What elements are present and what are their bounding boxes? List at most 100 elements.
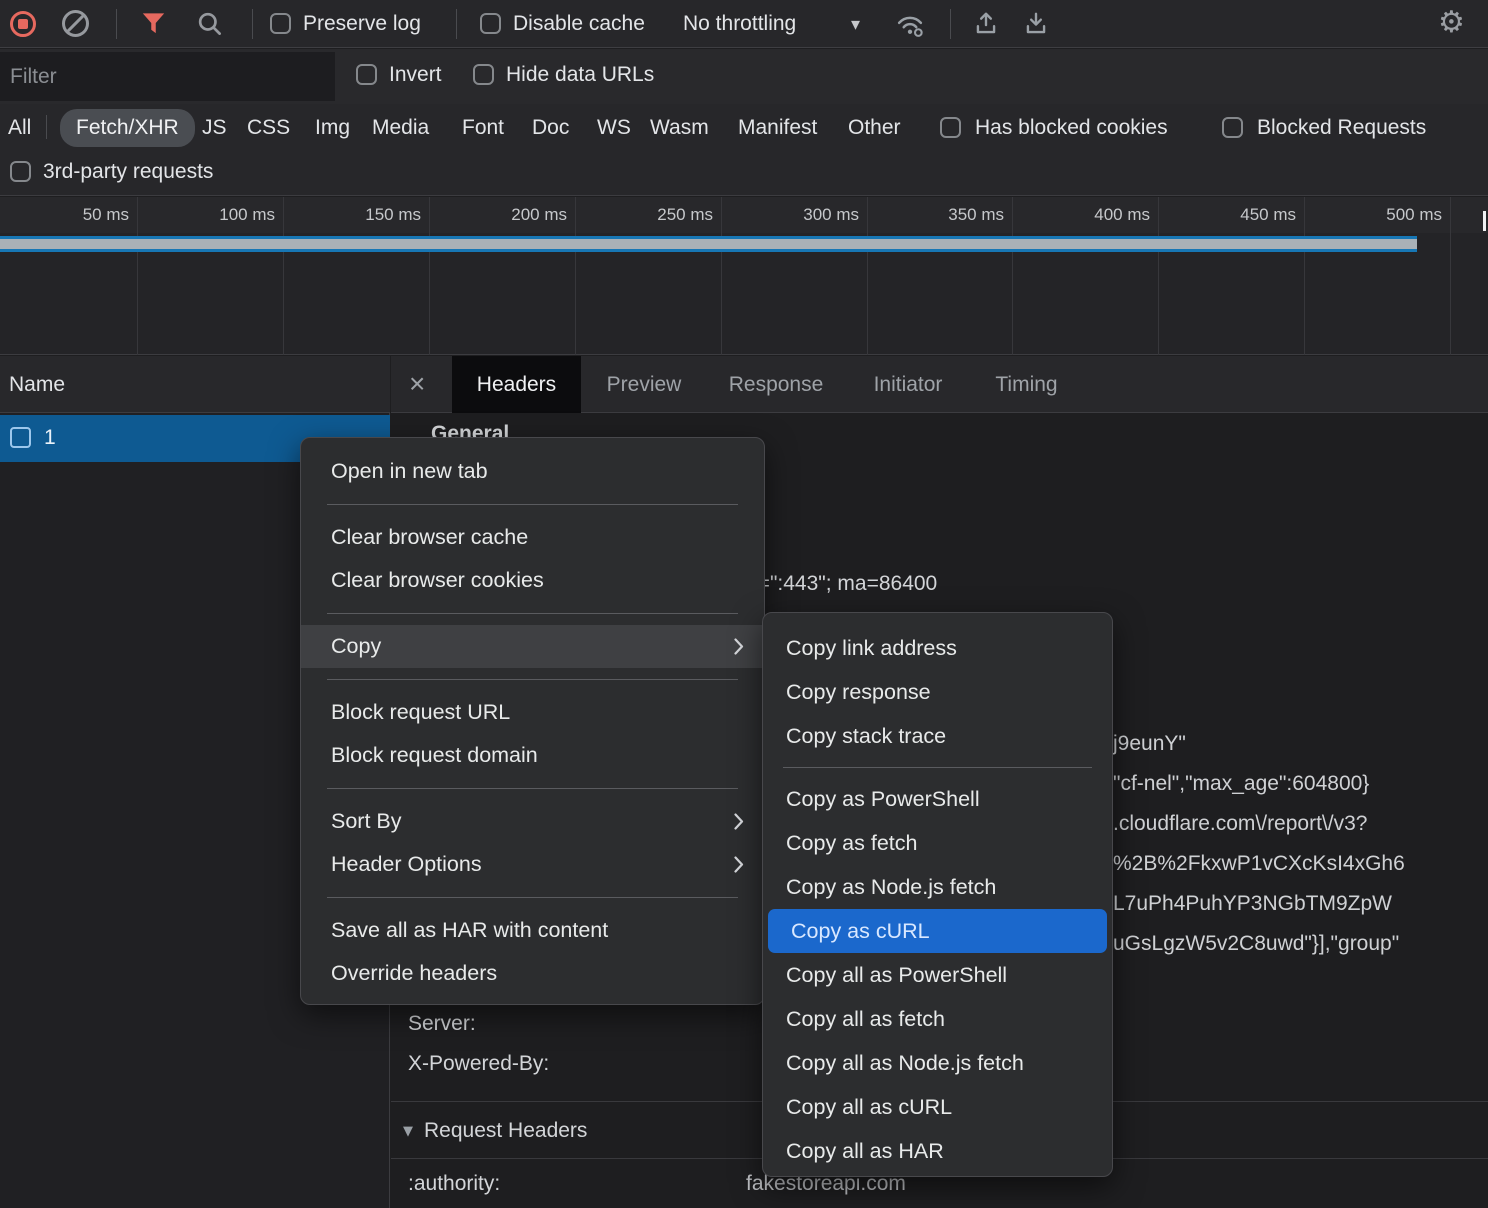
hide-data-urls-label: Hide data URLs (506, 63, 654, 87)
tick-label: 200 ms (455, 205, 567, 225)
filter-toggle-icon[interactable] (140, 10, 167, 37)
menu-divider (327, 897, 738, 898)
type-filter-ws[interactable]: WS (597, 116, 631, 140)
hide-data-urls-checkbox[interactable] (473, 64, 494, 85)
has-blocked-cookies-checkbox[interactable] (940, 117, 961, 138)
blocked-requests-label: Blocked Requests (1257, 116, 1426, 140)
gridline (283, 197, 284, 355)
header-value-fragment: L7uPh4PuhYP3NGbTM9ZpW (1113, 892, 1392, 916)
gridline (1304, 197, 1305, 355)
type-filter-all[interactable]: All (8, 116, 31, 140)
close-icon[interactable]: × (409, 356, 425, 413)
tab-preview[interactable]: Preview (599, 356, 689, 413)
menu-item-copy-link-address[interactable]: Copy link address (763, 626, 1112, 670)
menu-item-header-options[interactable]: Header Options (301, 843, 764, 886)
chevron-down-icon[interactable]: ▾ (851, 14, 860, 35)
overview-scrubber-handle[interactable] (1483, 211, 1486, 231)
menu-item-copy-as-nodejs-fetch[interactable]: Copy as Node.js fetch (763, 865, 1112, 909)
menu-item-override-headers[interactable]: Override headers (301, 952, 764, 995)
type-filter-manifest[interactable]: Manifest (738, 116, 817, 140)
menu-item-save-all-as-har[interactable]: Save all as HAR with content (301, 909, 764, 952)
tab-timing[interactable]: Timing (989, 356, 1064, 413)
throttling-select[interactable]: No throttling (683, 12, 796, 36)
has-blocked-cookies-label: Has blocked cookies (975, 116, 1168, 140)
type-filter-media[interactable]: Media (372, 116, 429, 140)
tab-response[interactable]: Response (721, 356, 831, 413)
filter-input[interactable]: Filter (0, 52, 335, 101)
tick-label: 500 ms (1330, 205, 1442, 225)
menu-item-clear-browser-cache[interactable]: Clear browser cache (301, 516, 764, 559)
menu-item-copy-as-fetch[interactable]: Copy as fetch (763, 821, 1112, 865)
network-overview[interactable]: 50 ms 100 ms 150 ms 200 ms 250 ms 300 ms… (0, 197, 1488, 355)
type-filter-other[interactable]: Other (848, 116, 901, 140)
network-toolbar: Preserve log Disable cache No throttling… (0, 0, 1488, 48)
gridline (575, 197, 576, 355)
menu-divider (327, 679, 738, 680)
invert-checkbox[interactable] (356, 64, 377, 85)
header-value-fragment: "cf-nel","max_age":604800} (1113, 772, 1369, 796)
third-party-checkbox[interactable] (10, 161, 31, 182)
overview-selection-bar[interactable] (0, 236, 1417, 252)
invert-label: Invert (389, 63, 442, 87)
section-triangle-icon[interactable]: ▼ (403, 1124, 413, 1139)
menu-item-block-request-domain[interactable]: Block request domain (301, 734, 764, 777)
tick-label: 350 ms (892, 205, 1004, 225)
type-filter-css[interactable]: CSS (247, 116, 290, 140)
header-value-fragment: uGsLgzW5v2C8uwd"}],"group" (1113, 932, 1399, 956)
tick-label: 400 ms (1038, 205, 1150, 225)
menu-item-sort-by[interactable]: Sort By (301, 800, 764, 843)
request-row-checkbox[interactable] (10, 427, 31, 448)
import-har-icon[interactable] (972, 10, 1000, 38)
record-button[interactable] (10, 11, 36, 37)
preserve-log-checkbox[interactable] (270, 13, 291, 34)
menu-item-copy-all-as-fetch[interactable]: Copy all as fetch (763, 997, 1112, 1041)
third-party-row: 3rd-party requests (0, 150, 1488, 196)
disable-cache-checkbox[interactable] (480, 13, 501, 34)
type-filter-wasm[interactable]: Wasm (650, 116, 709, 140)
type-filter-doc[interactable]: Doc (532, 116, 569, 140)
blocked-requests-checkbox[interactable] (1222, 117, 1243, 138)
export-har-icon[interactable] (1022, 10, 1050, 38)
network-conditions-icon[interactable] (894, 9, 926, 39)
menu-item-copy-stack-trace[interactable]: Copy stack trace (763, 714, 1112, 758)
menu-item-copy-all-as-curl[interactable]: Copy all as cURL (763, 1085, 1112, 1129)
menu-divider (327, 504, 738, 505)
type-filter-img[interactable]: Img (315, 116, 350, 140)
menu-item-clear-browser-cookies[interactable]: Clear browser cookies (301, 559, 764, 602)
details-tabbar: × Headers Preview Response Initiator Tim… (391, 356, 1488, 413)
header-key-authority: :authority: (408, 1172, 500, 1196)
menu-item-open-in-new-tab[interactable]: Open in new tab (301, 450, 764, 493)
menu-item-copy-all-as-har[interactable]: Copy all as HAR (763, 1129, 1112, 1173)
tab-headers[interactable]: Headers (452, 356, 581, 413)
menu-divider (327, 613, 738, 614)
settings-gear-icon[interactable]: ⚙ (1438, 8, 1465, 38)
menu-item-copy-all-as-powershell[interactable]: Copy all as PowerShell (763, 953, 1112, 997)
menu-item-copy[interactable]: Copy (301, 625, 764, 668)
record-icon (18, 19, 28, 29)
type-filter-js[interactable]: JS (202, 116, 227, 140)
menu-item-sort-by-label: Sort By (331, 809, 402, 833)
menu-item-copy-response[interactable]: Copy response (763, 670, 1112, 714)
disable-cache-label: Disable cache (513, 12, 645, 36)
gridline (1012, 197, 1013, 355)
tab-initiator[interactable]: Initiator (863, 356, 953, 413)
request-headers-section-label[interactable]: Request Headers (424, 1119, 587, 1143)
header-value-fragment: %2B%2FkxwP1vCXcKsI4xGh6 (1113, 852, 1405, 876)
search-icon[interactable] (196, 10, 223, 37)
menu-item-copy-as-curl[interactable]: Copy as cURL (768, 909, 1107, 953)
menu-item-copy-all-as-nodejs-fetch[interactable]: Copy all as Node.js fetch (763, 1041, 1112, 1085)
third-party-label: 3rd-party requests (43, 160, 213, 184)
clear-network-log-icon[interactable] (62, 10, 89, 37)
name-column-header[interactable]: Name (0, 356, 390, 413)
header-key-x-powered-by: X-Powered-By: (408, 1052, 549, 1076)
menu-item-copy-as-powershell[interactable]: Copy as PowerShell (763, 777, 1112, 821)
tick-label: 450 ms (1184, 205, 1296, 225)
type-filter-fetch-xhr[interactable]: Fetch/XHR (60, 109, 195, 147)
alt-svc-value-fragment: 3=":443"; ma=86400 (746, 572, 937, 596)
menu-item-header-options-label: Header Options (331, 852, 482, 876)
devtools-network-panel: Preserve log Disable cache No throttling… (0, 0, 1488, 1208)
divider (116, 9, 117, 39)
divider (456, 9, 457, 39)
type-filter-font[interactable]: Font (462, 116, 504, 140)
menu-item-block-request-url[interactable]: Block request URL (301, 691, 764, 734)
